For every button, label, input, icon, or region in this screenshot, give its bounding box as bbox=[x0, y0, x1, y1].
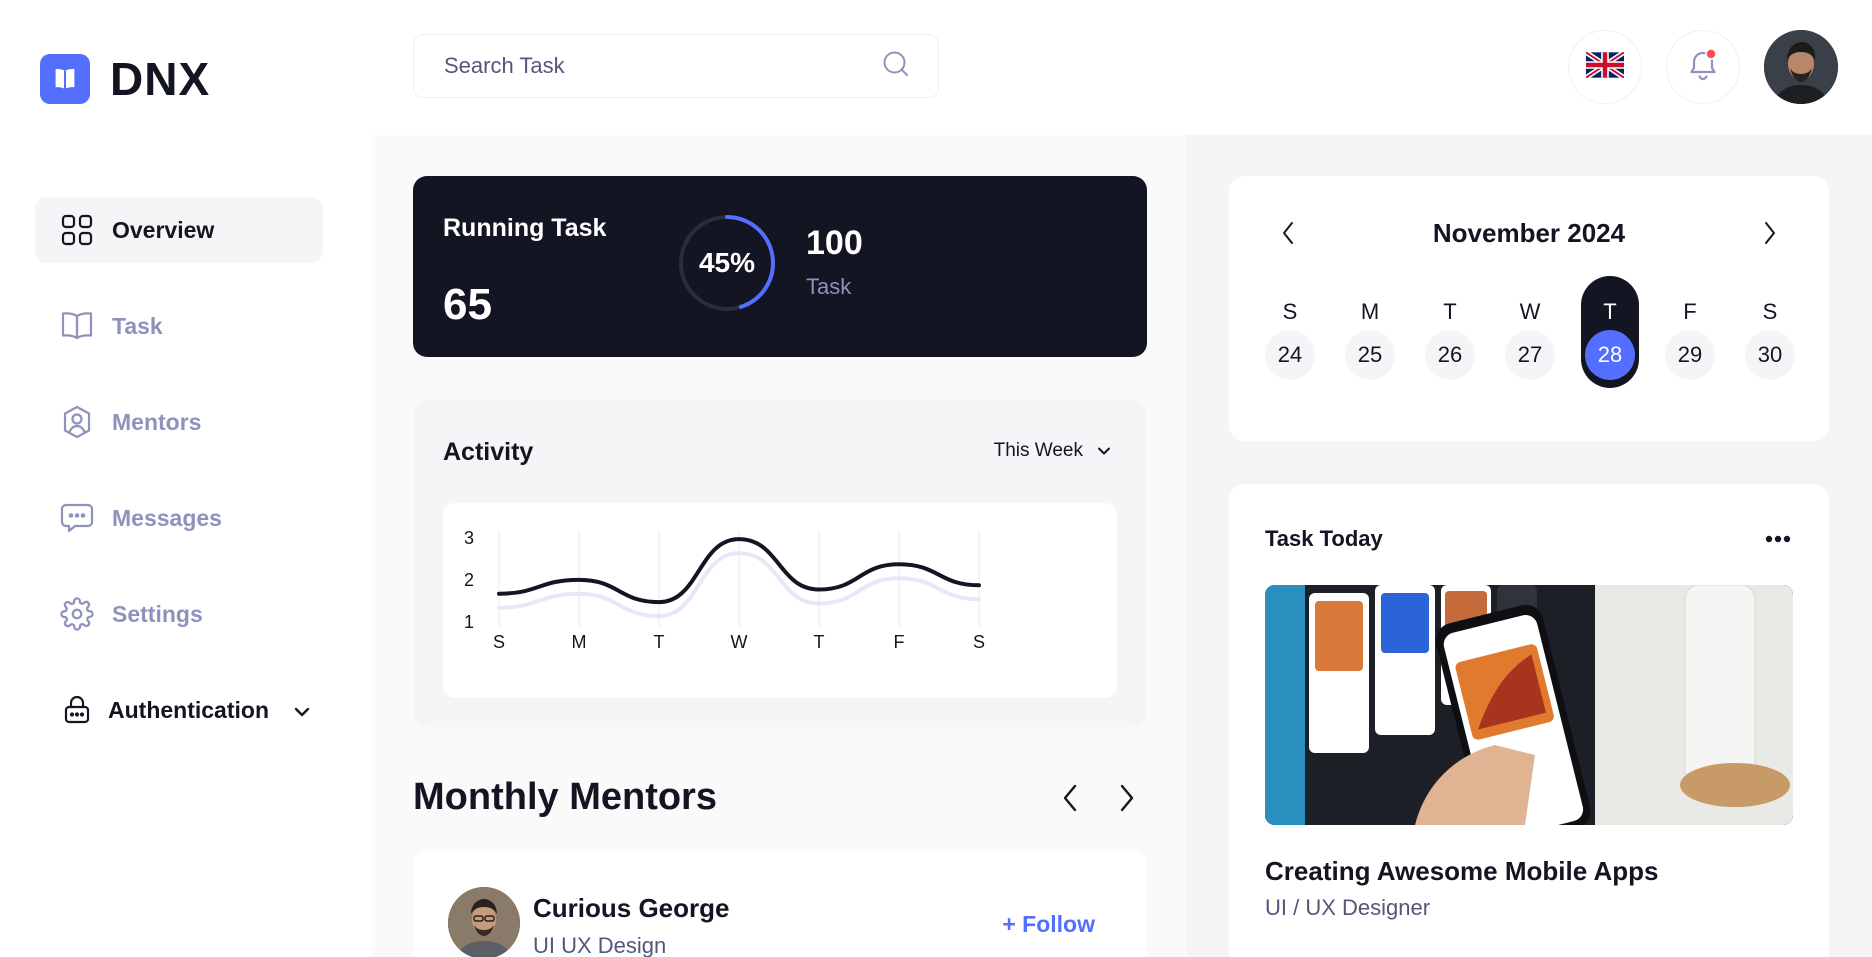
sidebar-nav: Overview Task Mentors Messages Settings … bbox=[35, 197, 323, 773]
task-name: Creating Awesome Mobile Apps bbox=[1265, 856, 1659, 886]
sidebar-item-label: Mentors bbox=[112, 408, 202, 435]
y-tick-label: 1 bbox=[464, 612, 474, 632]
sidebar-item-authentication[interactable]: Authentication bbox=[35, 677, 323, 743]
chevron-down-icon[interactable] bbox=[293, 697, 311, 724]
day-number[interactable]: 29 bbox=[1665, 330, 1715, 380]
sidebar: DNX Overview Task Mentors Messages Setti… bbox=[0, 0, 372, 957]
total-task-label: Task bbox=[806, 274, 852, 299]
calendar-month: November 2024 bbox=[1432, 218, 1626, 248]
user-avatar[interactable] bbox=[1764, 30, 1838, 104]
search-input[interactable] bbox=[444, 53, 844, 79]
logo[interactable]: DNX bbox=[40, 52, 210, 106]
task-today-title: Task Today bbox=[1265, 526, 1383, 551]
day-of-week: T bbox=[1443, 299, 1457, 324]
total-task-count: 100 bbox=[806, 224, 863, 262]
calendar-week: S 24 M 25 T 26 W 27 T 28 F 29 S 30 bbox=[1259, 276, 1799, 418]
day-of-week: M bbox=[1360, 299, 1380, 324]
activity-chart: 1 2 3 S M T W T F S bbox=[443, 503, 1117, 698]
running-task-count: 65 bbox=[443, 280, 492, 329]
follow-button[interactable]: + Follow bbox=[1002, 911, 1095, 938]
mentors-prev-button[interactable] bbox=[1055, 780, 1085, 820]
sidebar-item-label: Authentication bbox=[108, 696, 269, 723]
day-of-week: S bbox=[1282, 299, 1298, 324]
period-dropdown[interactable]: This Week bbox=[994, 440, 1111, 462]
chat-icon bbox=[60, 501, 94, 535]
chevron-down-icon bbox=[1097, 440, 1111, 462]
brand-name: DNX bbox=[110, 53, 211, 105]
day-of-week: F bbox=[1683, 299, 1697, 324]
sidebar-item-settings[interactable]: Settings bbox=[35, 581, 323, 647]
sidebar-item-label: Task bbox=[112, 312, 163, 339]
search-icon[interactable] bbox=[882, 50, 910, 83]
language-button[interactable] bbox=[1568, 30, 1642, 104]
more-horizontal-icon bbox=[1765, 530, 1791, 548]
sidebar-item-messages[interactable]: Messages bbox=[35, 485, 323, 551]
more-options-button[interactable] bbox=[1763, 524, 1793, 554]
day-number[interactable]: 25 bbox=[1345, 330, 1395, 380]
sidebar-item-label: Messages bbox=[112, 504, 222, 531]
mentor-avatar[interactable] bbox=[448, 887, 520, 957]
mentor-card: Curious George UI UX Design + Follow bbox=[413, 851, 1147, 957]
sidebar-item-label: Overview bbox=[112, 216, 215, 243]
day-of-week: W bbox=[1519, 299, 1541, 324]
user-badge-icon bbox=[60, 405, 94, 439]
book-icon bbox=[60, 309, 94, 343]
x-tick-label: M bbox=[572, 632, 587, 652]
mentor-name: Curious George bbox=[533, 893, 730, 923]
sidebar-item-label: Settings bbox=[112, 600, 203, 627]
sidebar-item-overview[interactable]: Overview bbox=[35, 197, 323, 263]
x-tick-label: F bbox=[894, 632, 905, 652]
mentors-next-button[interactable] bbox=[1112, 780, 1142, 820]
search-bar[interactable] bbox=[413, 34, 939, 98]
day-number[interactable]: 30 bbox=[1745, 330, 1795, 380]
task-today-card: Task Today Creating Awesome Mobile Apps … bbox=[1229, 484, 1829, 957]
task-thumbnail[interactable] bbox=[1265, 585, 1793, 825]
activity-card: Activity This Week 1 2 3 S M T W T F S bbox=[413, 400, 1147, 727]
sidebar-item-mentors[interactable]: Mentors bbox=[35, 389, 323, 455]
uk-flag-icon bbox=[1584, 49, 1626, 83]
chevron-left-icon bbox=[1062, 783, 1078, 818]
day-of-week: S bbox=[1762, 299, 1778, 324]
x-tick-label: W bbox=[731, 632, 748, 652]
monthly-mentors-title: Monthly Mentors bbox=[413, 776, 717, 818]
y-tick-label: 2 bbox=[464, 570, 474, 590]
progress-percent: 45% bbox=[698, 247, 756, 278]
running-task-card: Running Task 65 45% 100 Task bbox=[413, 176, 1147, 357]
notification-button[interactable] bbox=[1666, 30, 1740, 104]
y-tick-label: 3 bbox=[464, 528, 474, 548]
x-tick-label: T bbox=[654, 632, 665, 652]
day-of-week: T bbox=[1603, 299, 1617, 324]
calendar-next-button[interactable] bbox=[1763, 220, 1777, 251]
grid-icon bbox=[60, 213, 94, 247]
lock-icon bbox=[60, 693, 94, 727]
mentor-role: UI UX Design bbox=[533, 933, 667, 957]
day-number[interactable]: 27 bbox=[1505, 330, 1555, 380]
day-number[interactable]: 26 bbox=[1425, 330, 1475, 380]
book-logo-icon bbox=[40, 54, 90, 104]
calendar-card: November 2024 S 24 M 25 T 26 W 27 T 28 F bbox=[1229, 176, 1829, 441]
sidebar-item-task[interactable]: Task bbox=[35, 293, 323, 359]
day-number[interactable]: 28 bbox=[1585, 330, 1635, 380]
period-dropdown-label: This Week bbox=[993, 440, 1083, 461]
activity-chart-svg: 1 2 3 S M T W T F S bbox=[464, 528, 985, 652]
running-task-title: Running Task bbox=[443, 214, 607, 242]
task-role: UI / UX Designer bbox=[1265, 895, 1431, 920]
x-tick-label: S bbox=[493, 632, 505, 652]
x-tick-label: T bbox=[814, 632, 825, 652]
day-number[interactable]: 24 bbox=[1265, 330, 1315, 380]
activity-title: Activity bbox=[443, 438, 534, 466]
x-tick-label: S bbox=[973, 632, 985, 652]
chevron-right-icon bbox=[1763, 222, 1777, 250]
bell-icon bbox=[1685, 47, 1721, 88]
gear-icon bbox=[60, 597, 94, 631]
chevron-right-icon bbox=[1119, 783, 1135, 818]
